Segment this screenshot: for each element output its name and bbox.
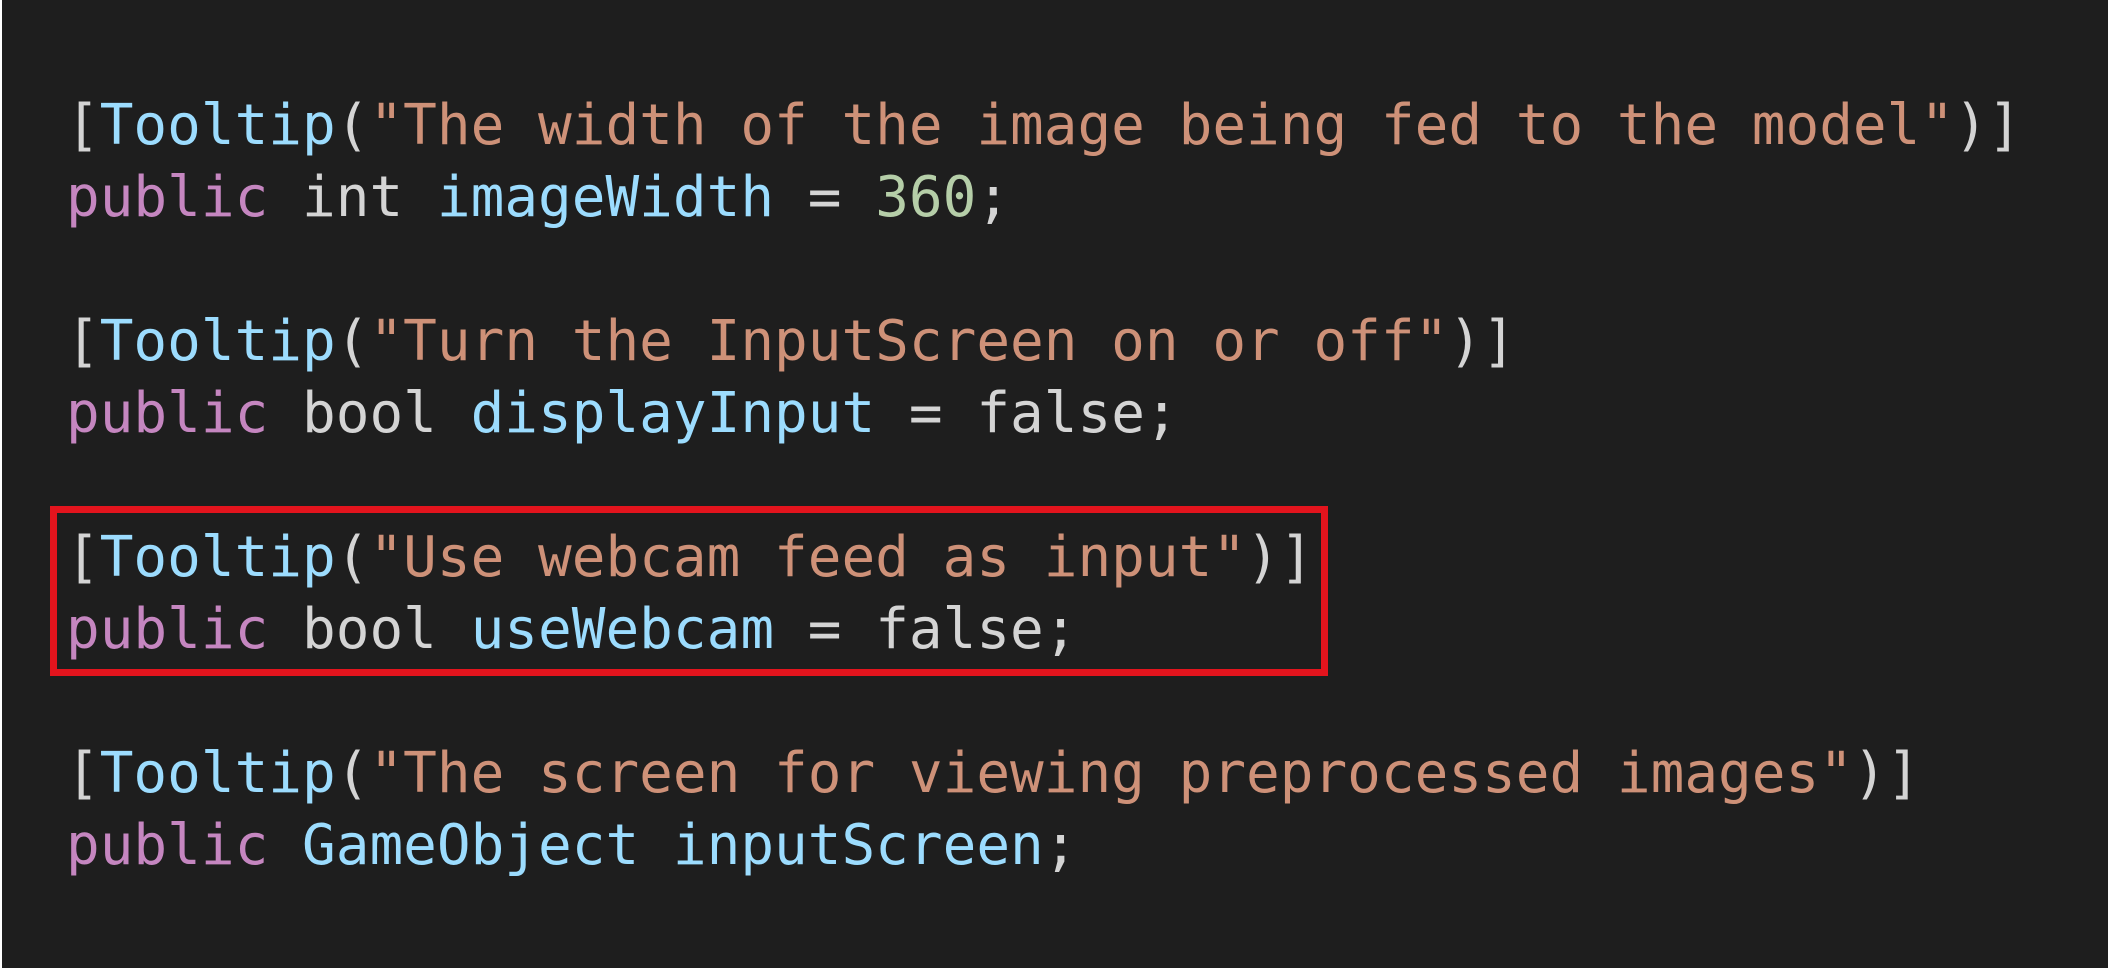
field-name: imageWidth	[436, 165, 775, 230]
access-keyword: public	[66, 813, 269, 878]
access-keyword: public	[66, 165, 269, 230]
field-type: int	[302, 165, 404, 230]
paren-open: (	[335, 741, 370, 806]
code-line-tooltip-input-screen: [Tooltip("The screen for viewing preproc…	[66, 738, 1920, 810]
attribute-close: )]	[1448, 309, 1516, 374]
statement-end: ;	[976, 165, 1011, 230]
assign-operator: =	[807, 165, 842, 230]
code-line-display-input-field: public bool displayInput = false;	[66, 378, 1179, 450]
field-value: 360	[875, 165, 977, 230]
code-line-image-width-field: public int imageWidth = 360;	[66, 162, 1010, 234]
paren-open: (	[335, 93, 370, 158]
attribute-name: Tooltip	[99, 309, 336, 374]
code-line-tooltip-image-width: [Tooltip("The width of the image being f…	[66, 90, 2022, 162]
field-name: inputScreen	[672, 813, 1044, 878]
tooltip-string: "The width of the image being fed to the…	[369, 93, 1955, 158]
attribute-close: )]	[1954, 93, 2022, 158]
attribute-open-bracket: [	[66, 741, 100, 806]
statement-end: ;	[1144, 381, 1179, 446]
assign-operator: =	[908, 381, 943, 446]
code-line-input-screen-field: public GameObject inputScreen;	[66, 810, 1077, 882]
code-line-tooltip-display-input: [Tooltip("Turn the InputScreen on or off…	[66, 306, 1516, 378]
statement-end: ;	[1043, 813, 1078, 878]
field-type: GameObject	[302, 813, 640, 878]
attribute-name: Tooltip	[99, 741, 336, 806]
highlight-box	[50, 506, 1328, 676]
tooltip-string: "The screen for viewing preprocessed ima…	[369, 741, 1853, 806]
field-type: bool	[302, 381, 437, 446]
attribute-close: )]	[1852, 741, 1921, 806]
code-editor: [Tooltip("The width of the image being f…	[2, 0, 2108, 968]
attribute-open-bracket: [	[66, 309, 100, 374]
access-keyword: public	[66, 381, 269, 446]
field-value: false	[976, 381, 1145, 446]
field-name: displayInput	[470, 381, 876, 446]
tooltip-string: "Turn the InputScreen on or off"	[369, 309, 1449, 374]
attribute-open-bracket: [	[66, 93, 100, 158]
paren-open: (	[335, 309, 370, 374]
attribute-name: Tooltip	[99, 93, 336, 158]
